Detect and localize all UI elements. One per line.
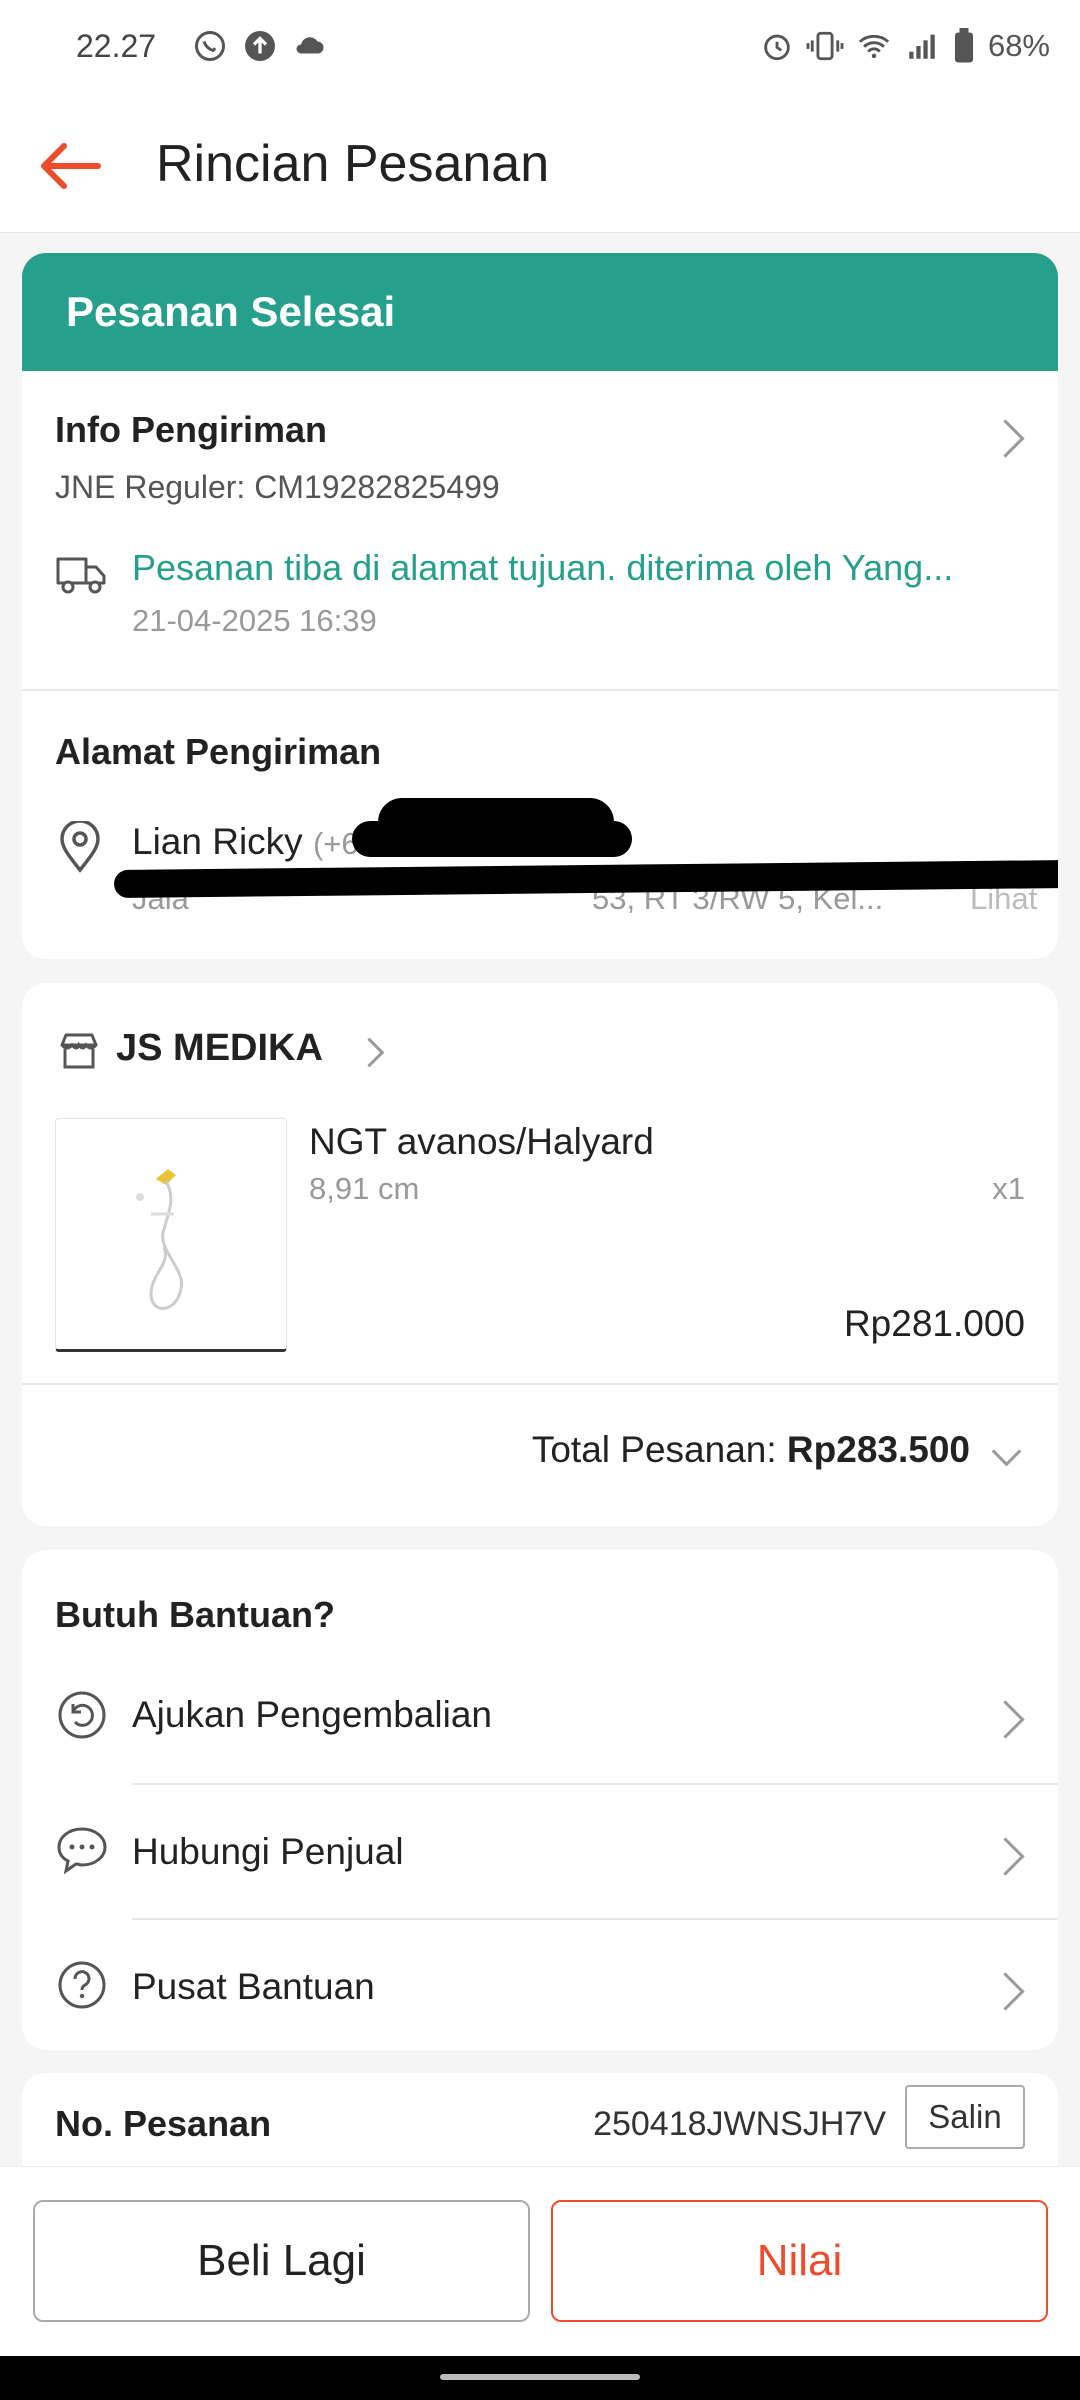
product-price: Rp281.000 — [843, 1303, 1025, 1344]
chevron-right-icon — [986, 419, 1025, 458]
store-header[interactable]: JS MEDIKA — [22, 983, 1058, 1083]
chat-icon — [57, 1827, 107, 1875]
help-title: Butuh Bantuan? — [55, 1594, 335, 1635]
return-request-label: Ajukan Pengembalian — [132, 1694, 492, 1735]
battery-icon — [954, 28, 973, 63]
return-request-row[interactable]: Ajukan Pengembalian — [22, 1648, 1058, 1783]
help-icon — [58, 1961, 106, 2009]
order-total: Total Pesanan: Rp283.500 — [532, 1429, 970, 1471]
status-bar: 22.27 68% — [0, 0, 1080, 100]
upload-icon — [245, 31, 275, 61]
copy-order-number-button[interactable]: Salin — [905, 2085, 1025, 2149]
order-status-card: Pesanan Selesai Info Pengiriman JNE Regu… — [22, 253, 1058, 959]
shipping-info-section[interactable]: Info Pengiriman JNE Reguler: CM192828254… — [22, 371, 1058, 641]
store-name: JS MEDIKA — [116, 1027, 323, 1069]
courier-tracking: JNE Reguler: CM19282825499 — [55, 469, 500, 505]
chevron-down-icon — [991, 1436, 1022, 1467]
order-status-banner: Pesanan Selesai — [22, 253, 1058, 371]
shipping-latest-status: Pesanan tiba di alamat tujuan. diterima … — [132, 547, 954, 588]
shipping-address-title: Alamat Pengiriman — [55, 731, 382, 772]
signal-icon — [909, 34, 935, 59]
order-items-card: JS MEDIKA NGT avanos/Halyard 8,91 cm x1 … — [22, 983, 1058, 1526]
help-center-row[interactable]: Pusat Bantuan — [22, 1920, 1058, 2050]
recipient-line: Lian Ricky (+62 — [132, 821, 376, 863]
alarm-icon — [764, 34, 790, 61]
return-icon — [58, 1691, 106, 1739]
notification-icons — [192, 28, 328, 64]
shipping-timestamp: 21-04-2025 16:39 — [132, 603, 377, 638]
help-card: Butuh Bantuan? Ajukan Pengembalian Hubun… — [22, 1550, 1058, 2050]
shipping-info-title: Info Pengiriman — [55, 409, 328, 450]
status-time: 22.27 — [76, 28, 157, 64]
order-total-row[interactable]: Total Pesanan: Rp283.500 — [22, 1385, 1058, 1526]
recipient-name: Lian Ricky — [132, 821, 303, 862]
cloud-icon — [296, 37, 324, 54]
chevron-right-icon — [986, 1837, 1025, 1876]
system-nav-bar — [0, 2356, 1080, 2400]
product-name: NGT avanos/Halyard — [309, 1121, 654, 1162]
order-number-label: No. Pesanan — [55, 2103, 272, 2144]
page-title: Rincian Pesanan — [156, 135, 550, 193]
product-item[interactable]: NGT avanos/Halyard 8,91 cm x1 Rp281.000 — [22, 1083, 1058, 1383]
tube-image — [136, 1169, 183, 1310]
order-number-value: 250418JWNSJH7V — [593, 2105, 886, 2143]
vibrate-icon — [806, 31, 844, 61]
wifi-icon — [858, 34, 890, 59]
order-total-label: Total Pesanan: — [531, 1429, 787, 1470]
contact-seller-row[interactable]: Hubungi Penjual — [22, 1785, 1058, 1918]
product-variant: 8,91 cm — [309, 1171, 420, 1206]
chevron-right-icon — [354, 1037, 385, 1068]
truck-icon — [56, 557, 106, 594]
location-pin-icon — [60, 821, 100, 873]
battery-level: 68% — [987, 28, 1050, 63]
buy-again-button[interactable]: Beli Lagi — [33, 2200, 530, 2322]
whatsapp-icon — [195, 31, 225, 61]
store-icon — [60, 1033, 98, 1069]
back-arrow-icon[interactable] — [30, 126, 110, 206]
system-icons: 68% — [760, 28, 1050, 64]
chevron-right-icon — [986, 1700, 1025, 1739]
chevron-right-icon — [986, 1972, 1025, 2011]
home-gesture-handle[interactable] — [440, 2374, 640, 2380]
app-header: Rincian Pesanan — [0, 100, 1080, 233]
redaction-mark — [352, 821, 632, 857]
contact-seller-label: Hubungi Penjual — [132, 1831, 404, 1872]
product-quantity: x1 — [992, 1171, 1025, 1206]
order-total-value: Rp283.500 — [786, 1429, 970, 1470]
help-center-label: Pusat Bantuan — [132, 1966, 375, 2007]
product-thumbnail — [55, 1118, 287, 1352]
rate-button[interactable]: Nilai — [551, 2200, 1048, 2322]
